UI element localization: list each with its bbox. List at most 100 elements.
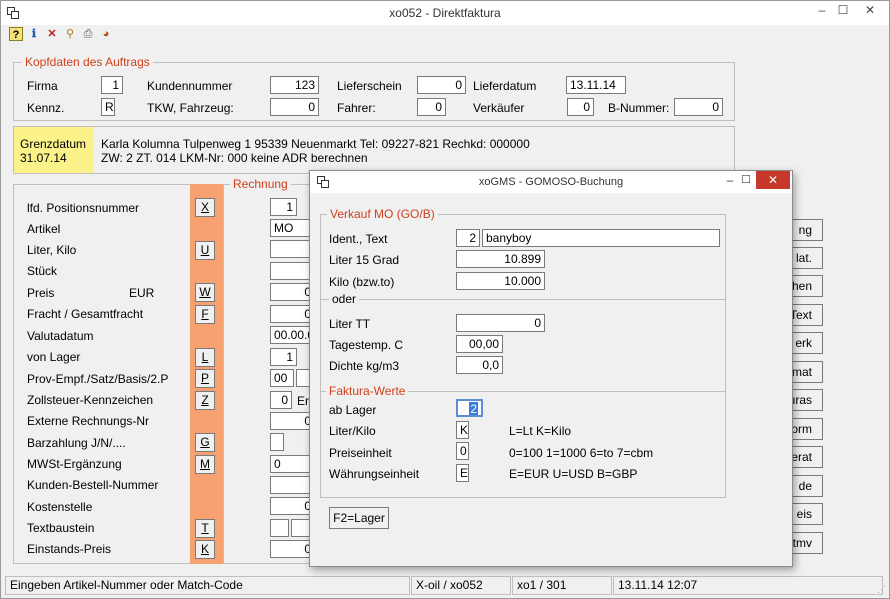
zollsteuer-field[interactable]: 0 xyxy=(270,391,292,409)
label-von-lager: von Lager xyxy=(27,350,81,364)
tkw-field[interactable]: 0 xyxy=(270,98,319,116)
zollsteuer-text: Er xyxy=(297,394,309,408)
header-legend: Kopfdaten des Auftrags xyxy=(22,55,153,69)
verkaeufer-label: Verkäufer xyxy=(473,101,525,115)
label-textbaustein: Textbaustein xyxy=(27,521,95,535)
kundennummer-label: Kundennummer xyxy=(147,79,233,93)
info-icon[interactable]: ℹ xyxy=(27,27,41,41)
barzahlung-field[interactable] xyxy=(270,433,284,451)
close-button[interactable]: ✕ xyxy=(857,3,883,17)
literkilo-field[interactable]: K xyxy=(456,421,469,439)
dialog-title-bar: xoGMS - GOMOSO-Buchung – ☐ ✕ xyxy=(310,171,792,193)
customer-zw-info: ZW: 2 ZT. 014 LKM-Nr: 000 keine ADR bere… xyxy=(101,151,368,165)
litertt-label: Liter TT xyxy=(329,317,371,331)
delete-icon[interactable]: ✕ xyxy=(45,27,59,41)
key-u-button[interactable]: U xyxy=(195,241,215,260)
bnummer-label: B-Nummer: xyxy=(608,101,670,115)
label-kunden-bestell-nummer: Kunden-Bestell-Nummer xyxy=(27,478,159,492)
tagestemp-field[interactable]: 00,00 xyxy=(456,335,503,353)
key-k-button[interactable]: K xyxy=(195,540,215,559)
label-zollsteuer: Zollsteuer-Kennzeichen xyxy=(27,393,154,407)
f2-lager-button[interactable]: F2=Lager xyxy=(329,507,389,529)
lieferdatum-label: Lieferdatum xyxy=(473,79,537,93)
faktura-legend: Faktura-Werte xyxy=(326,384,409,398)
textbaustein-field[interactable] xyxy=(270,519,289,537)
status-module: X-oil / xo052 xyxy=(411,576,511,595)
label-mwst: MWSt-Ergänzung xyxy=(27,457,122,471)
label-barzahlung: Barzahlung J/N/.... xyxy=(27,436,126,450)
dichte-label: Dichte kg/m3 xyxy=(329,359,400,373)
label-liter-kilo: Liter, Kilo xyxy=(27,243,77,257)
ablager-field[interactable]: 2 xyxy=(456,399,483,417)
lieferschein-field[interactable]: 0 xyxy=(417,76,466,94)
bnummer-field[interactable]: 0 xyxy=(674,98,723,116)
key-g-button[interactable]: G xyxy=(195,433,215,452)
verkaeufer-field[interactable]: 0 xyxy=(567,98,594,116)
key-w-button[interactable]: W xyxy=(195,283,215,302)
window-title: xo052 - Direktfaktura xyxy=(389,6,501,20)
oder-label: oder xyxy=(329,292,360,306)
label-provision: Prov-Empf./Satz/Basis/2.P xyxy=(27,372,169,386)
label-stueck: Stück xyxy=(27,264,58,278)
status-user: xo1 / 301 xyxy=(512,576,612,595)
kilo-field[interactable]: 10.000 xyxy=(456,272,545,290)
ident-label: Ident., Text xyxy=(329,232,388,246)
label-externe-rechnungs-nr: Externe Rechnungs-Nr xyxy=(27,414,150,428)
label-valutadatum: Valutadatum xyxy=(27,329,94,343)
liter15-label: Liter 15 Grad xyxy=(329,253,400,267)
toolbar: ? ℹ ✕ ⚲ ⎙ ◕ xyxy=(1,25,889,45)
resize-grip-icon[interactable]: ⋰ xyxy=(877,584,887,594)
kundennummer-field[interactable]: 123 xyxy=(270,76,319,94)
kennz-field[interactable]: R xyxy=(101,98,115,116)
title-bar: xo052 - Direktfaktura – ☐ ✕ xyxy=(1,1,889,25)
dichte-field[interactable]: 0,0 xyxy=(456,356,503,374)
label-artikel: Artikel xyxy=(27,222,61,236)
tagestemp-label: Tagestemp. C xyxy=(329,338,404,352)
lieferschein-label: Lieferschein xyxy=(337,79,402,93)
key-z-button[interactable]: Z xyxy=(195,391,215,410)
label-preis: Preis xyxy=(27,286,55,300)
preiseinheit-field[interactable]: 0 xyxy=(456,442,469,460)
search-icon[interactable]: ⚲ xyxy=(63,27,77,41)
firma-field[interactable]: 1 xyxy=(101,76,123,94)
verkauf-legend: Verkauf MO (GO/B) xyxy=(327,207,438,221)
lieferdatum-field[interactable]: 13.11.14 xyxy=(566,76,626,94)
kilo-label: Kilo (bzw.to) xyxy=(329,275,395,289)
color-icon[interactable]: ◕ xyxy=(99,27,113,41)
dialog-maximize-button[interactable]: ☐ xyxy=(736,173,756,186)
literkilo-label: Liter/Kilo xyxy=(329,424,376,438)
liter15-field[interactable]: 10.899 xyxy=(456,250,545,268)
dialog-close-button[interactable]: ✕ xyxy=(756,171,790,189)
grenzdatum-date: 31.07.14 xyxy=(20,151,67,165)
maximize-button[interactable]: ☐ xyxy=(830,3,856,17)
key-l-button[interactable]: L xyxy=(195,348,215,367)
ident-text-field[interactable]: banyboy xyxy=(482,229,720,247)
waehrung-hint: E=EUR U=USD B=GBP xyxy=(509,467,638,481)
key-x-button[interactable]: X xyxy=(195,198,215,217)
gomoso-dialog: xoGMS - GOMOSO-Buchung – ☐ ✕ Verkauf MO … xyxy=(309,170,793,567)
status-message: Eingeben Artikel-Nummer oder Match-Code xyxy=(5,576,410,595)
key-m-button[interactable]: M xyxy=(195,455,215,474)
von-lager-field[interactable]: 1 xyxy=(270,348,297,366)
label-fracht: Fracht / Gesamtfracht xyxy=(27,307,144,321)
preiseinheit-hint: 0=100 1=1000 6=to 7=cbm xyxy=(509,446,654,460)
customer-address: Karla Kolumna Tulpenweg 1 95339 Neuenmar… xyxy=(101,137,530,151)
position-field[interactable]: 1 xyxy=(270,198,297,216)
ablager-label: ab Lager xyxy=(329,403,377,417)
print-icon[interactable]: ⎙ xyxy=(81,27,95,41)
waehrung-field[interactable]: E xyxy=(456,464,469,482)
key-f-button[interactable]: F xyxy=(195,305,215,324)
key-t-button[interactable]: T xyxy=(195,519,215,538)
preiseinheit-label: Preiseinheit xyxy=(329,446,392,460)
litertt-field[interactable]: 0 xyxy=(456,314,545,332)
fahrer-label: Fahrer: xyxy=(337,101,376,115)
ident-field[interactable]: 2 xyxy=(456,229,480,247)
provision-field[interactable]: 00 xyxy=(270,369,294,387)
fahrer-field[interactable]: 0 xyxy=(417,98,446,116)
key-p-button[interactable]: P xyxy=(195,369,215,388)
label-kostenstelle: Kostenstelle xyxy=(27,500,93,514)
label-positionsnummer: lfd. Positionsnummer xyxy=(27,201,140,215)
label-preis-eur: EUR xyxy=(129,286,155,300)
help-icon[interactable]: ? xyxy=(9,27,23,41)
grenzdatum-label: Grenzdatum xyxy=(20,137,87,151)
